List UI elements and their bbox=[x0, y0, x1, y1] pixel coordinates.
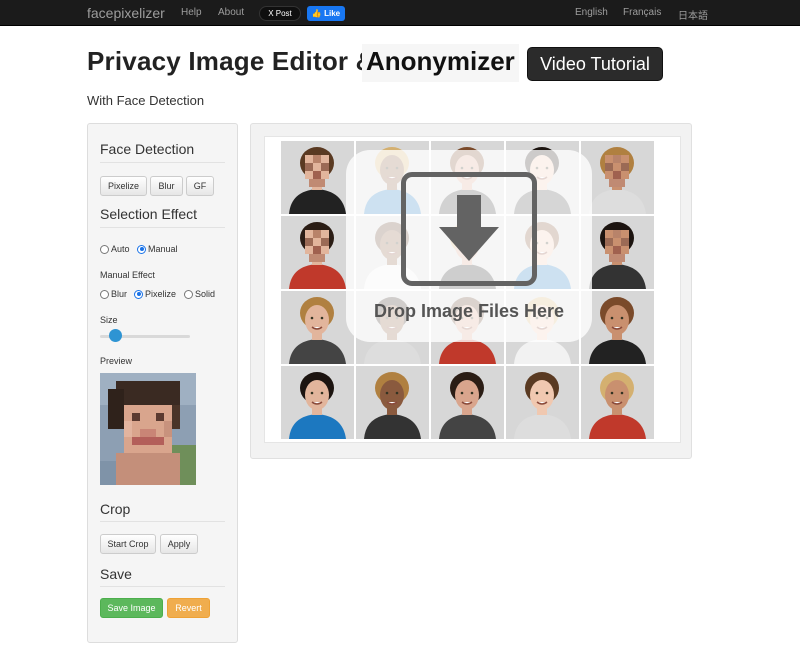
radio-label: Blur bbox=[111, 289, 128, 299]
video-tutorial-button[interactable]: Video Tutorial bbox=[527, 47, 663, 81]
apply-crop-button[interactable]: Apply bbox=[160, 534, 198, 554]
divider bbox=[100, 162, 225, 163]
effect-pixelize-radio[interactable]: Pixelize bbox=[134, 289, 176, 299]
divider bbox=[100, 586, 225, 587]
start-crop-button[interactable]: Start Crop bbox=[100, 534, 156, 554]
preview-label: Preview bbox=[100, 356, 133, 366]
mode-manual-radio[interactable]: Manual bbox=[137, 244, 178, 254]
lang-french-link[interactable]: Français bbox=[623, 7, 661, 18]
portrait-photo bbox=[356, 366, 429, 439]
divider bbox=[100, 227, 225, 228]
nav-about-link[interactable]: About bbox=[218, 7, 244, 18]
radio-circle-icon bbox=[100, 289, 109, 299]
divider bbox=[100, 521, 225, 522]
detect-blur-button[interactable]: Blur bbox=[150, 176, 183, 196]
lang-japanese-link[interactable]: 日本語 bbox=[678, 7, 708, 22]
face-detection-heading: Face Detection bbox=[100, 141, 195, 157]
manual-effect-label: Manual Effect bbox=[100, 270, 155, 280]
portrait-photo bbox=[431, 366, 504, 439]
revert-button[interactable]: Revert bbox=[167, 598, 210, 618]
download-arrow-icon bbox=[401, 172, 537, 286]
facebook-like-button[interactable]: 👍 Like bbox=[307, 6, 345, 21]
page-title: Privacy Image Editor & bbox=[87, 46, 375, 76]
selection-effect-heading: Selection Effect bbox=[100, 206, 198, 222]
facebook-like-label: Like bbox=[324, 9, 341, 18]
thumbs-up-icon: 👍 bbox=[311, 9, 322, 18]
portrait-photo bbox=[506, 366, 579, 439]
radio-label: Pixelize bbox=[145, 289, 177, 299]
portrait-photo bbox=[581, 366, 654, 439]
tool-sidebar: Face Detection Pixelize Blur GF Selectio… bbox=[87, 123, 238, 643]
x-post-button[interactable]: X Post bbox=[259, 6, 301, 21]
effect-blur-radio[interactable]: Blur bbox=[100, 289, 127, 299]
page-title-highlight: Anonymizer bbox=[362, 44, 519, 82]
page-subtitle: With Face Detection bbox=[87, 93, 205, 108]
detect-pixelize-button[interactable]: Pixelize bbox=[100, 176, 147, 196]
radio-label: Solid bbox=[195, 289, 216, 299]
radio-circle-icon bbox=[184, 289, 193, 299]
brand-link[interactable]: facepixelizer bbox=[87, 5, 165, 21]
portrait-photo bbox=[281, 291, 354, 364]
radio-label: Manual bbox=[148, 244, 178, 254]
mode-auto-radio[interactable]: Auto bbox=[100, 244, 130, 254]
save-heading: Save bbox=[100, 566, 132, 582]
radio-selected-icon bbox=[134, 289, 143, 299]
detect-gf-button[interactable]: GF bbox=[186, 176, 214, 196]
drop-zone[interactable]: Drop Image Files Here bbox=[346, 150, 592, 342]
effect-solid-radio[interactable]: Solid bbox=[184, 289, 215, 299]
radio-circle-icon bbox=[100, 244, 109, 254]
preview-image bbox=[100, 372, 196, 486]
radio-label: Auto bbox=[111, 244, 130, 254]
drop-zone-label: Drop Image Files Here bbox=[373, 301, 565, 321]
editor-workspace: Drop Image Files Here bbox=[250, 123, 692, 459]
nav-help-link[interactable]: Help bbox=[181, 7, 202, 18]
lang-english-link[interactable]: English bbox=[575, 7, 608, 18]
size-label: Size bbox=[100, 315, 118, 325]
save-image-button[interactable]: Save Image bbox=[100, 598, 163, 618]
image-canvas[interactable]: Drop Image Files Here bbox=[264, 136, 681, 443]
portrait-photo bbox=[281, 366, 354, 439]
top-navbar: facepixelizer Help About X Post 👍 Like E… bbox=[0, 0, 800, 26]
portrait-photo bbox=[281, 141, 354, 214]
radio-selected-icon bbox=[137, 244, 146, 254]
crop-heading: Crop bbox=[100, 501, 131, 517]
size-slider-handle[interactable] bbox=[109, 329, 122, 342]
portrait-photo bbox=[281, 216, 354, 289]
